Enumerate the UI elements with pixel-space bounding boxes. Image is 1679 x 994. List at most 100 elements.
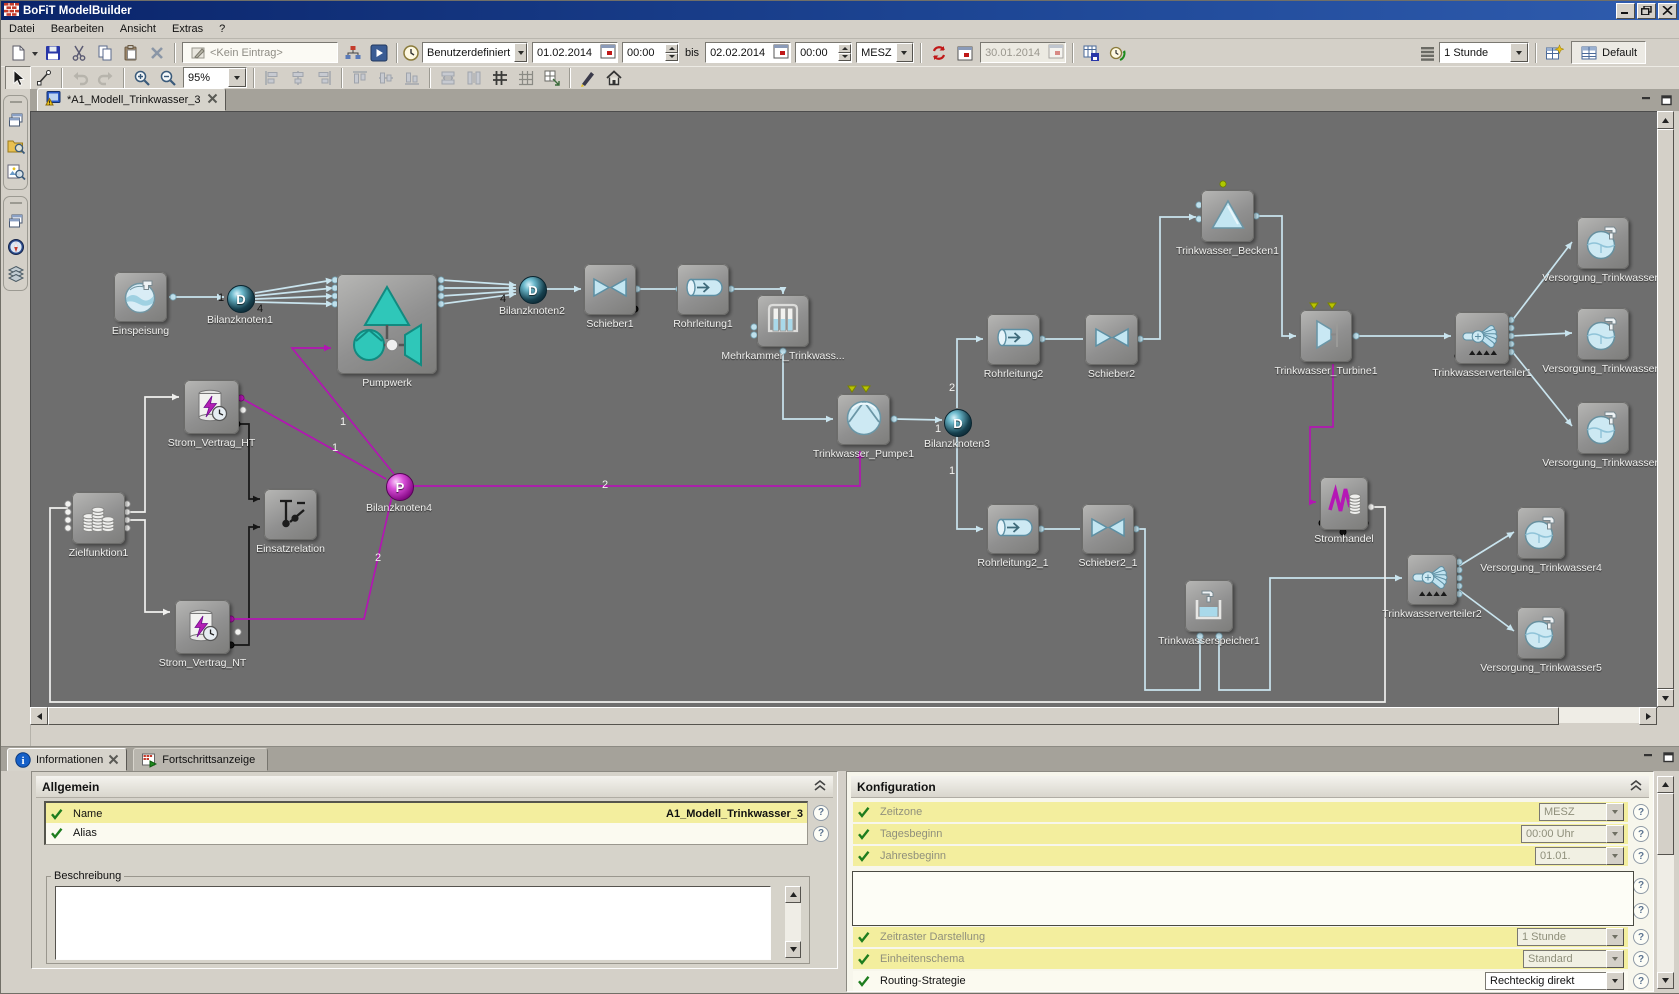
pane-minimize-button[interactable] [1640, 750, 1657, 765]
diagram-node-becken1[interactable] [1201, 190, 1254, 242]
entry-field[interactable]: <Kein Eintrag> [182, 42, 338, 63]
spin-down-icon[interactable] [665, 53, 678, 62]
scroll-up-icon[interactable] [785, 886, 801, 903]
diagram-node-stromhandel[interactable] [1320, 477, 1368, 530]
format-button[interactable] [575, 66, 601, 90]
spin-down-icon[interactable] [838, 53, 851, 62]
help-icon[interactable]: ? [1633, 973, 1649, 989]
zoom-out-button[interactable] [155, 66, 181, 90]
routingstrategie-select[interactable]: Rechteckig direkt [1485, 972, 1624, 990]
menu-item-extras[interactable]: Extras [164, 22, 211, 36]
new-document-button[interactable] [5, 41, 31, 65]
window-minimize-button[interactable] [1616, 3, 1635, 19]
calendar-red-button[interactable] [952, 41, 978, 65]
copy-button[interactable] [92, 41, 118, 65]
diagram-node-pumpwerk[interactable] [337, 274, 437, 374]
chevron-down-icon[interactable] [228, 68, 246, 87]
window-close-button[interactable] [1658, 3, 1677, 19]
sync-red-button[interactable] [926, 41, 952, 65]
date-from-input[interactable]: 01.02.2014 [532, 42, 618, 63]
menu-item-ansicht[interactable]: Ansicht [112, 22, 164, 36]
scroll-up-icon[interactable] [1657, 776, 1674, 793]
cut-button[interactable] [66, 41, 92, 65]
clock-green-button[interactable] [1104, 41, 1130, 65]
beschreibung-scrollbar[interactable] [785, 886, 801, 958]
help-icon[interactable]: ? [1633, 826, 1649, 842]
close-icon[interactable] [207, 93, 218, 107]
diagram-node-versorgung5[interactable] [1517, 607, 1565, 659]
default-view-button[interactable]: Default [1571, 41, 1646, 64]
diagram-node-rohrleitung2[interactable] [987, 314, 1040, 365]
pane-maximize-button[interactable] [1660, 750, 1677, 765]
timezone-select[interactable]: MESZ [856, 42, 914, 63]
undo-button[interactable] [67, 66, 93, 90]
help-icon[interactable]: ? [1633, 878, 1649, 894]
align-bottom-button[interactable] [399, 66, 425, 90]
diagram-node-strom_vertrag_ht[interactable] [184, 380, 239, 434]
paste-button[interactable] [118, 41, 144, 65]
cascade-button[interactable] [4, 107, 28, 133]
cascade-button[interactable] [4, 208, 28, 234]
diagram-node-verteiler2[interactable] [1407, 554, 1457, 605]
play-button[interactable] [366, 41, 392, 65]
help-icon[interactable]: ? [1633, 903, 1649, 919]
help-icon[interactable]: ? [1633, 848, 1649, 864]
diagram-node-mehrkammer[interactable] [757, 295, 809, 347]
table-save-button[interactable] [1078, 41, 1104, 65]
page-grid-button[interactable] [539, 66, 565, 90]
zoom-select[interactable]: 95% [183, 67, 247, 88]
bottom-tab-informationen[interactable]: iInformationen [7, 748, 127, 771]
help-icon[interactable]: ? [1633, 951, 1649, 967]
editor-tab[interactable]: *A1_Modell_Trinkwasser_3 [37, 88, 226, 111]
diagram-node-versorgung4[interactable] [1517, 507, 1565, 559]
help-icon[interactable]: ? [1633, 804, 1649, 820]
help-icon[interactable]: ? [813, 805, 829, 821]
diagram-node-bilanzknoten1[interactable]: D [227, 285, 255, 313]
diagram-node-versorgung1[interactable] [1577, 217, 1629, 269]
chevron-down-icon[interactable] [1606, 972, 1624, 990]
diagram-node-einsatzrelation[interactable] [264, 489, 317, 540]
scrollbar-thumb[interactable] [1657, 129, 1674, 689]
compass-button[interactable] [4, 234, 28, 260]
grid-button[interactable] [487, 66, 513, 90]
diagram-node-bilanzknoten3[interactable]: D [944, 409, 972, 437]
help-icon[interactable]: ? [1633, 929, 1649, 945]
diagram-node-bilanzknoten4[interactable]: P [386, 473, 414, 501]
diagram-node-pumpe1[interactable] [837, 394, 890, 445]
same-width-button[interactable] [435, 66, 461, 90]
time-spinner[interactable] [665, 44, 678, 61]
diagram-node-versorgung3[interactable] [1577, 402, 1629, 454]
time-to-input[interactable]: 00:00 [795, 42, 852, 63]
scroll-left-icon[interactable] [30, 707, 48, 725]
collapse-icon[interactable] [1629, 779, 1643, 794]
table-star-button[interactable] [1541, 41, 1567, 65]
time-spinner[interactable] [838, 44, 851, 61]
diagram-node-einspeisung[interactable] [114, 272, 167, 322]
time-from-input[interactable]: 00:00 [622, 42, 679, 63]
diagram-node-rohrleitung2_1[interactable] [987, 504, 1039, 554]
close-icon[interactable] [108, 754, 119, 765]
diagram-node-zielfunktion1[interactable] [72, 492, 125, 544]
diagram-node-speicher1[interactable] [1185, 580, 1233, 632]
folder-search-button[interactable] [4, 133, 28, 159]
spin-up-icon[interactable] [665, 44, 678, 53]
diagram-node-schieber2_1[interactable] [1082, 504, 1134, 554]
chevron-down-icon[interactable] [896, 43, 913, 62]
diagram-node-strom_vertrag_nt[interactable] [175, 600, 230, 654]
chevron-down-icon[interactable] [1510, 43, 1528, 62]
align-middle-button[interactable] [373, 66, 399, 90]
scroll-right-icon[interactable] [1639, 707, 1657, 725]
interval-select[interactable]: 1 Stunde [1439, 42, 1529, 63]
org-chart-button[interactable] [340, 41, 366, 65]
connector-button[interactable] [31, 66, 57, 90]
cursor-button[interactable] [5, 66, 31, 90]
diagram-node-versorgung2[interactable] [1577, 308, 1629, 360]
canvas-horizontal-scrollbar[interactable] [30, 707, 1657, 723]
spin-up-icon[interactable] [838, 44, 851, 53]
scroll-down-icon[interactable] [1657, 689, 1674, 707]
image-search-button[interactable] [4, 159, 28, 185]
bottom-tab-fortschrittsanzeige[interactable]: Fortschrittsanzeige [133, 748, 268, 771]
save-button[interactable] [40, 41, 66, 65]
calendar-icon[interactable] [772, 42, 790, 63]
scroll-down-icon[interactable] [785, 941, 801, 958]
